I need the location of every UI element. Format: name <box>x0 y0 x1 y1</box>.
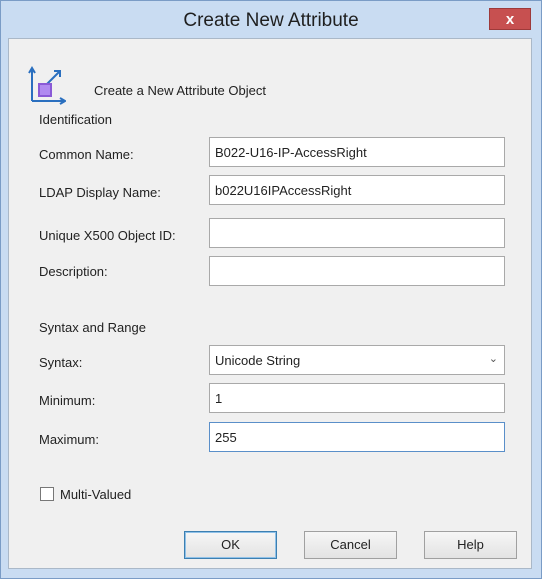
minimum-field[interactable]: 1 <box>209 383 505 413</box>
common-name-field[interactable]: B022-U16-IP-AccessRight <box>209 137 505 167</box>
ldap-display-name-field[interactable]: b022U16IPAccessRight <box>209 175 505 205</box>
multi-valued-label[interactable]: Multi-Valued <box>60 487 131 502</box>
attribute-object-icon <box>28 66 66 105</box>
cancel-button[interactable]: Cancel <box>304 531 397 559</box>
dialog-title: Create New Attribute <box>183 10 359 31</box>
description-label: Description: <box>39 264 108 279</box>
close-button[interactable]: x <box>489 8 531 30</box>
multi-valued-checkbox[interactable] <box>40 487 54 501</box>
title-bar[interactable]: Create New Attribute x <box>1 1 541 39</box>
common-name-label: Common Name: <box>39 147 134 162</box>
identification-heading: Identification <box>39 112 112 127</box>
syntax-label: Syntax: <box>39 355 83 370</box>
chevron-down-icon[interactable]: ⌄ <box>489 352 498 365</box>
x500-oid-label: Unique X500 Object ID: <box>39 228 176 243</box>
x500-oid-field[interactable] <box>209 218 505 248</box>
description-field[interactable] <box>209 256 505 286</box>
minimum-label: Minimum: <box>39 393 96 408</box>
maximum-field[interactable]: 255 <box>209 422 505 452</box>
help-button[interactable]: Help <box>424 531 517 559</box>
syntax-range-heading: Syntax and Range <box>39 320 146 335</box>
header-text: Create a New Attribute Object <box>94 83 266 98</box>
ldap-display-name-label: LDAP Display Name: <box>39 185 161 200</box>
maximum-label: Maximum: <box>39 432 99 447</box>
syntax-select-value: Unicode String <box>215 353 301 368</box>
ok-button[interactable]: OK <box>184 531 277 559</box>
syntax-select[interactable]: Unicode String ⌄ <box>209 345 505 375</box>
